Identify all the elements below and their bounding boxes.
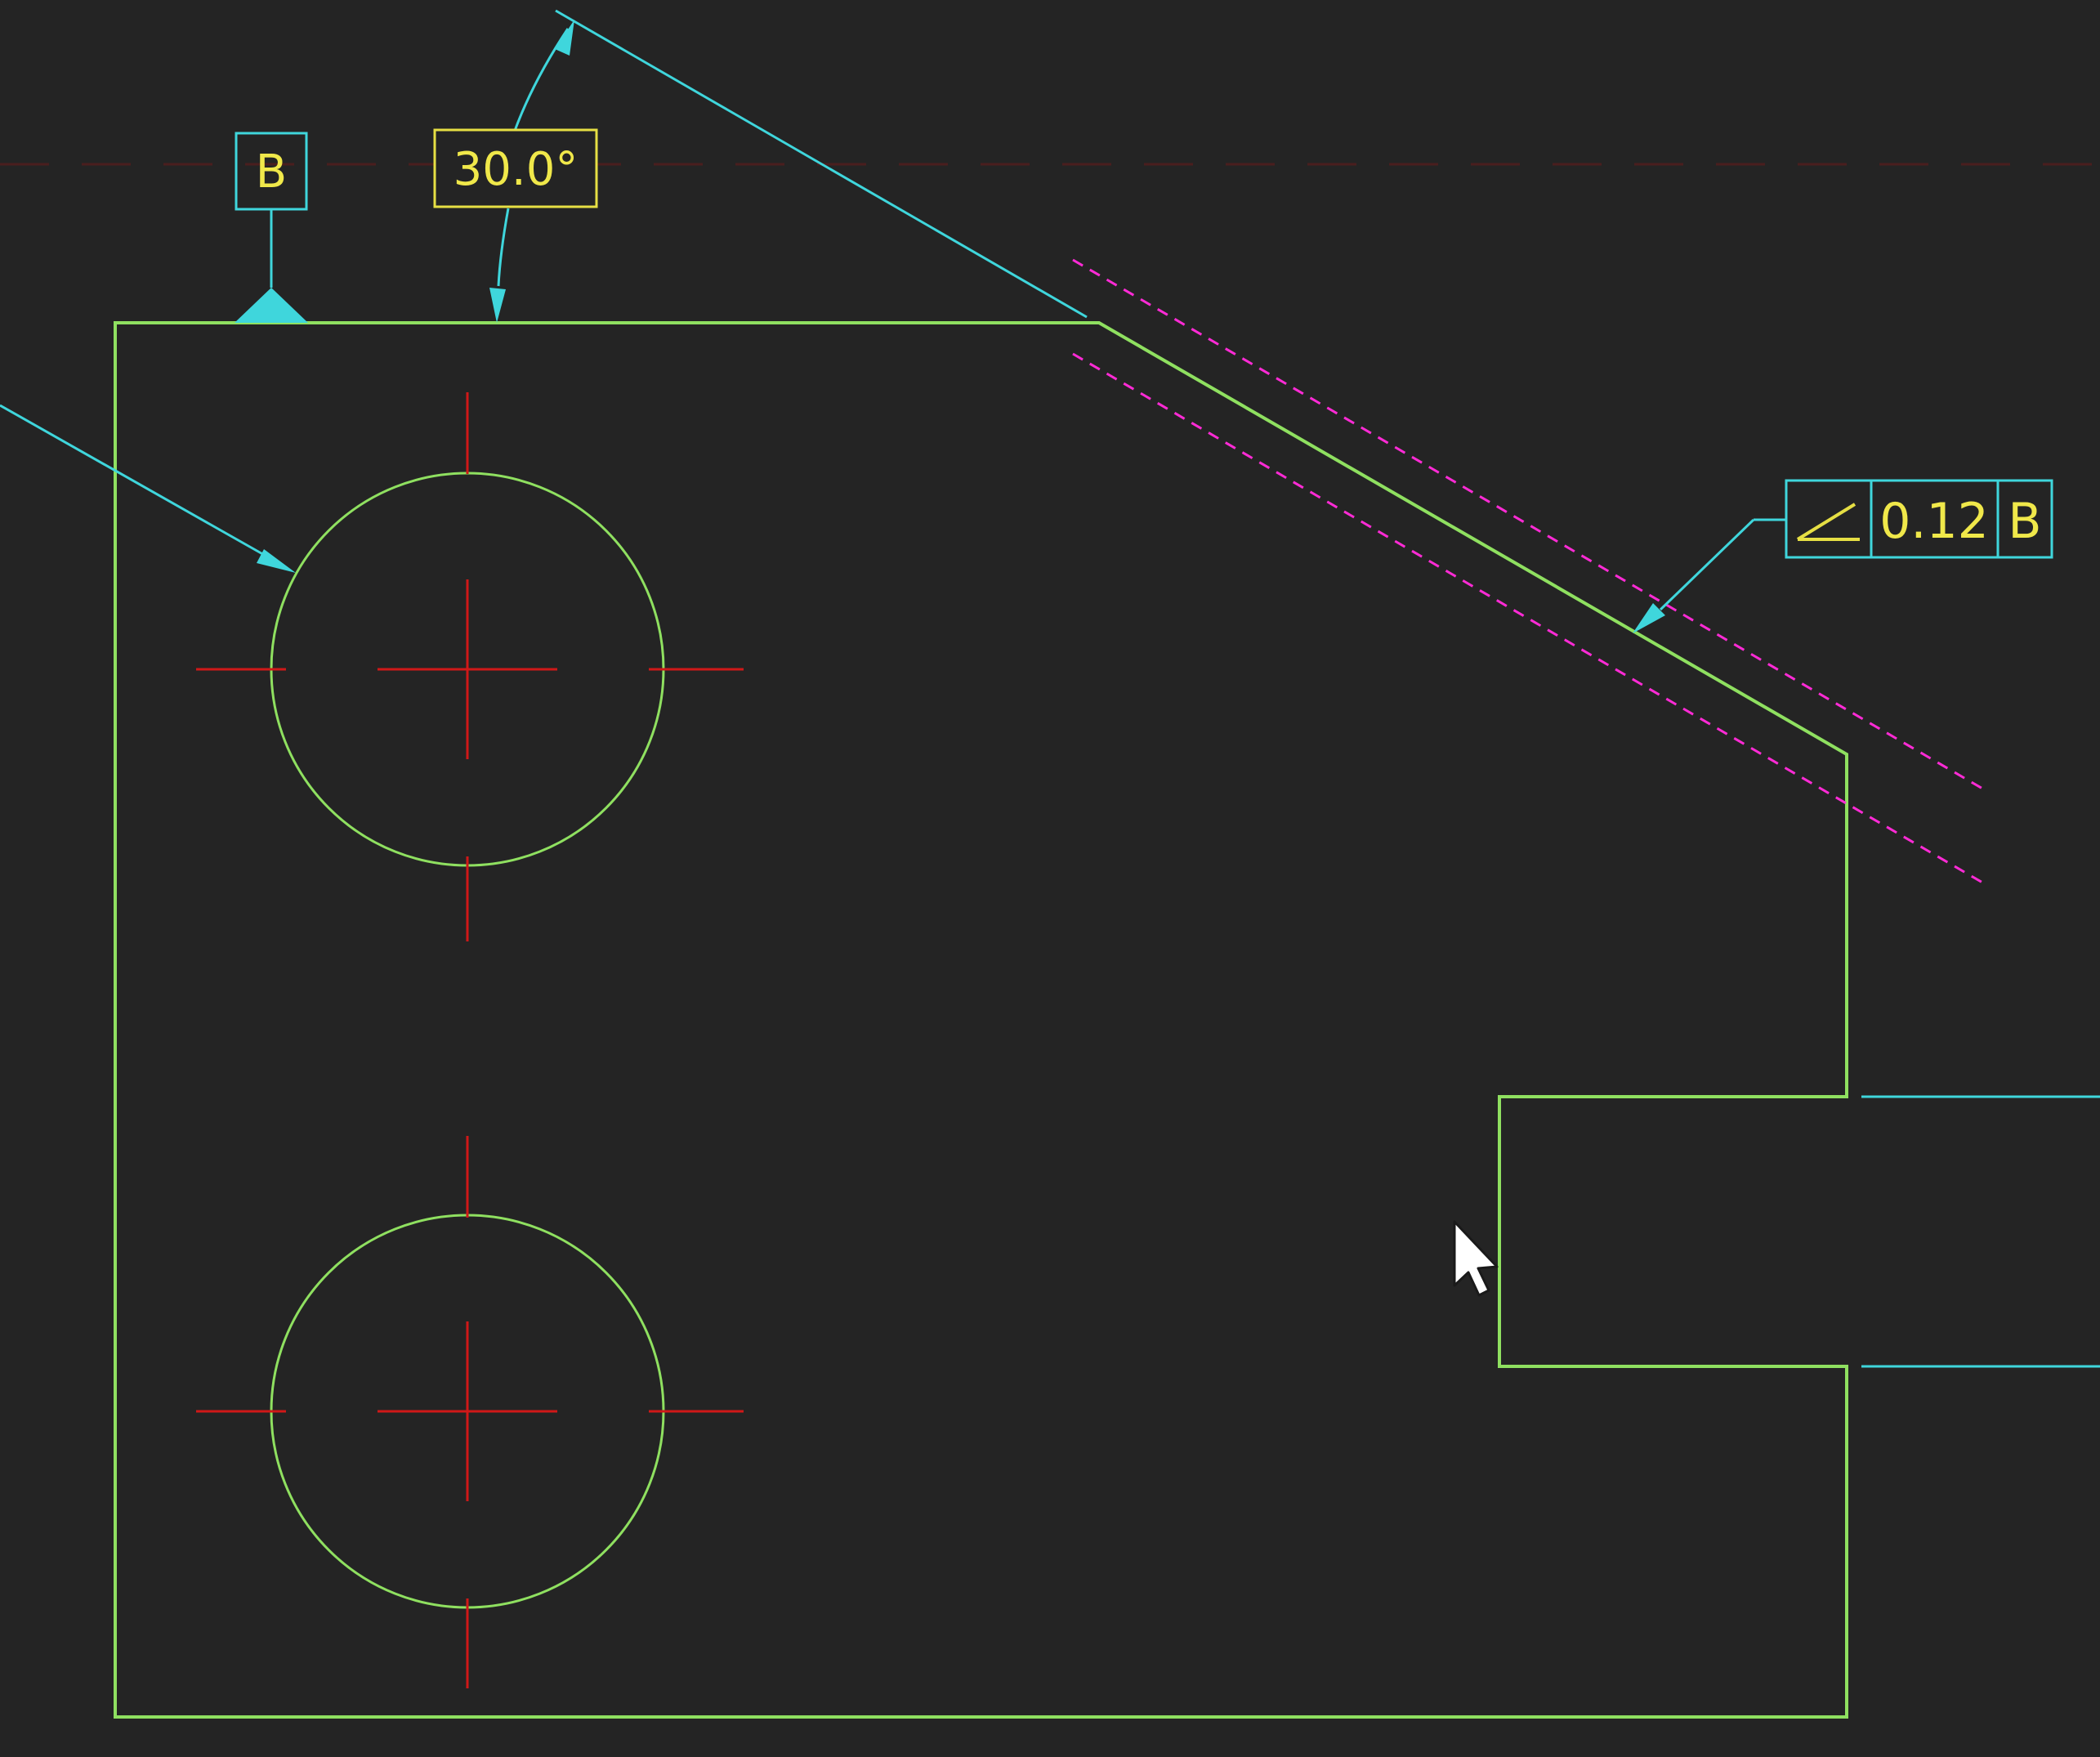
arrow-cursor-icon [1453,1220,1499,1297]
datum-feature-symbol[interactable]: B [235,132,308,323]
datum-label-letter: B [256,145,287,199]
angle-arrowhead-lower [489,288,506,323]
feature-control-frame[interactable]: 0.12 B [1633,479,2053,633]
fcf-leader-arrowhead [1633,603,1665,633]
drawing-viewport[interactable]: B 30.0° 0.12 B [0,0,2100,1753]
hole-lower[interactable] [196,1136,744,1688]
fcf-leader-segment-2 [1659,518,1755,611]
fcf-datum-reference: B [2008,493,2041,550]
angle-arrowhead-upper [555,20,574,56]
hole-leader-arrowhead [257,549,296,573]
tolerance-zone-line-lower [1072,352,1985,885]
hole-upper-centermark [196,392,744,941]
part-outline[interactable] [114,321,1848,1719]
cad-drawing-canvas[interactable]: B 30.0° 0.12 B [0,0,2100,1753]
hole-leader[interactable] [0,404,296,573]
datum-triangle [235,288,308,323]
angle-value-text: 30.0° [454,143,579,196]
angle-dimension[interactable]: 30.0° [433,9,1088,323]
fcf-tolerance-value: 0.12 [1879,493,1989,550]
angle-arc-lower [497,208,510,287]
hole-upper[interactable] [196,392,744,941]
hole-lower-centermark [196,1136,744,1688]
